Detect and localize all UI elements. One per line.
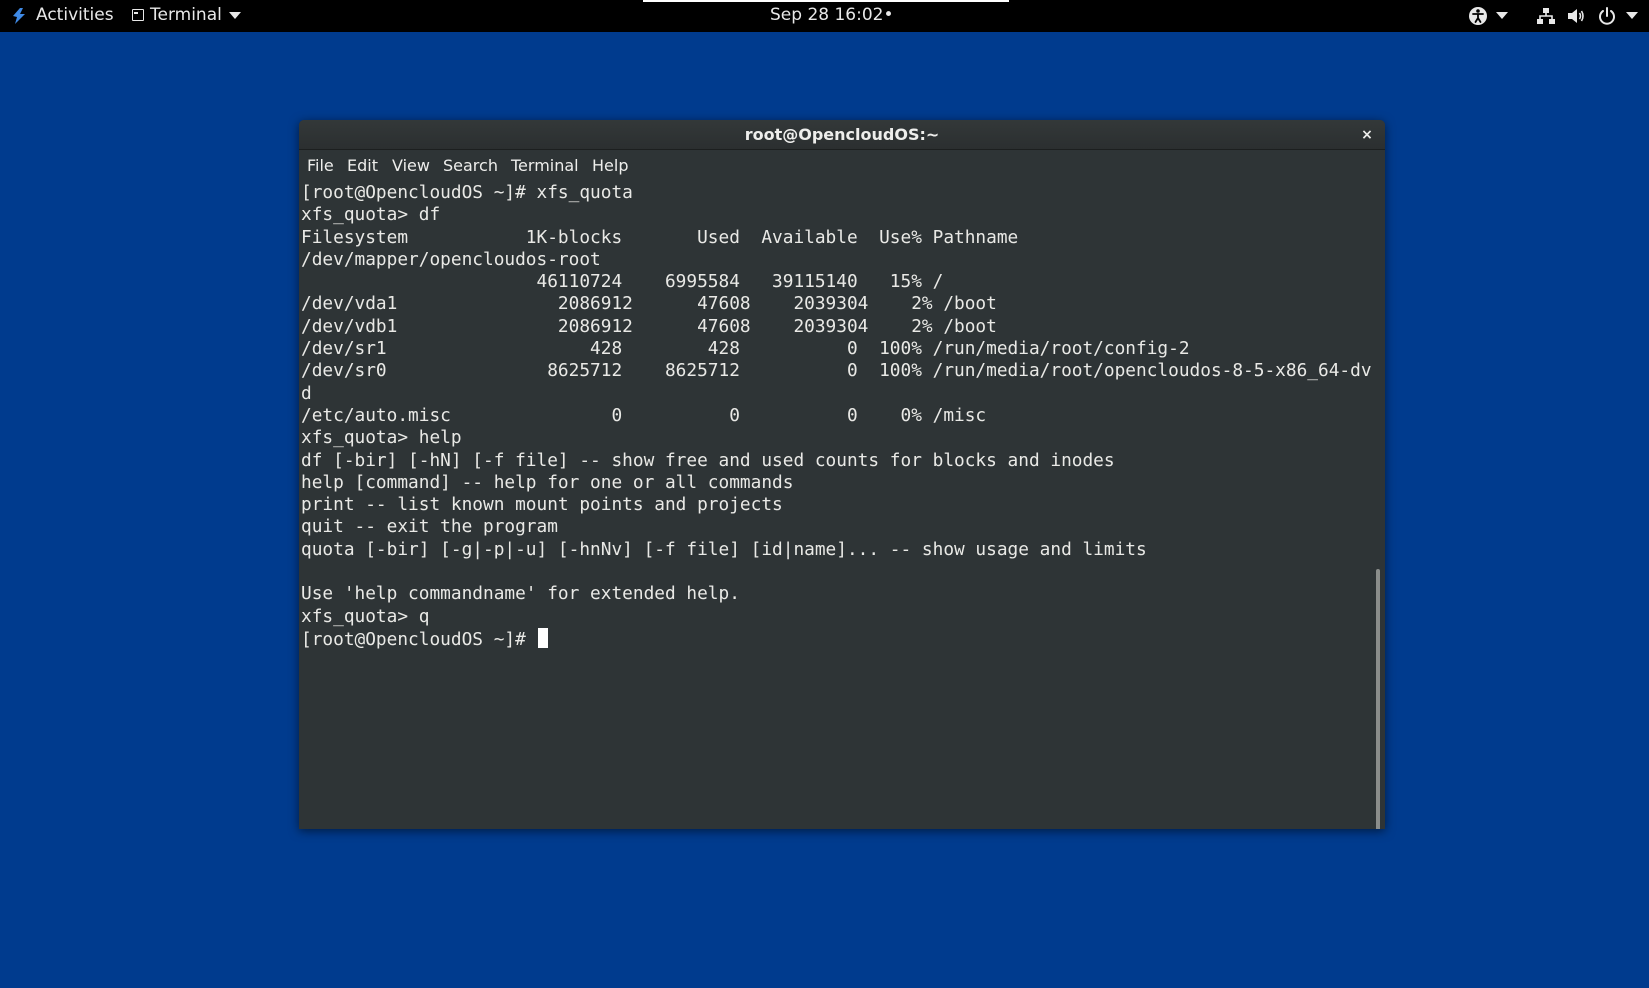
network-icon[interactable] [1535, 5, 1557, 27]
terminal-prompt: [root@OpencloudOS ~]# [301, 628, 537, 650]
window-title: root@OpencloudOS:~ [744, 125, 940, 144]
terminal-line: quit -- exit the program [301, 516, 558, 538]
system-menu-chevron-down-icon[interactable] [1626, 12, 1638, 19]
power-icon[interactable] [1596, 5, 1618, 27]
terminal-line: xfs_quota> df [301, 204, 441, 226]
terminal-line: quota [-bir] [-g|-p|-u] [-hnNv] [-f file… [301, 538, 1147, 560]
terminal-line: help [command] -- help for one or all co… [301, 471, 794, 493]
accessibility-icon[interactable] [1467, 5, 1489, 27]
app-menu-chevron-down-icon[interactable] [229, 12, 241, 19]
terminal-window: root@OpencloudOS:~ × File Edit View Sear… [299, 120, 1385, 829]
terminal-line: /dev/vda1 2086912 47608 2039304 2% /boot [301, 293, 997, 315]
terminal-text: [root@OpencloudOS ~]# xfs_quota xfs_quot… [301, 182, 1372, 651]
menu-help[interactable]: Help [591, 150, 629, 182]
activities-button[interactable]: Activities [36, 0, 114, 32]
terminal-line: /dev/mapper/opencloudos-root [301, 248, 601, 270]
menu-view[interactable]: View [391, 150, 431, 182]
terminal-scrollbar[interactable] [1376, 569, 1380, 829]
terminal-app-icon [132, 9, 144, 21]
terminal-line: Use 'help commandname' for extended help… [301, 583, 740, 605]
menu-edit[interactable]: Edit [346, 150, 379, 182]
top-bar: Activities Terminal Sep 28 16:02• [0, 0, 1649, 32]
terminal-line: d [301, 382, 312, 404]
terminal-line: /dev/sr0 8625712 8625712 0 100% /run/med… [301, 360, 1372, 382]
app-menu-button[interactable]: Terminal [150, 0, 222, 32]
terminal-cursor [537, 627, 548, 648]
menu-file[interactable]: File [306, 150, 335, 182]
activities-logo-icon[interactable] [10, 7, 28, 25]
menu-search[interactable]: Search [442, 150, 499, 182]
terminal-line: xfs_quota> q [301, 605, 430, 627]
terminal-output-area[interactable]: [root@OpencloudOS ~]# xfs_quota xfs_quot… [299, 182, 1385, 829]
accessibility-chevron-down-icon[interactable] [1496, 12, 1508, 19]
window-titlebar[interactable]: root@OpencloudOS:~ × [299, 120, 1385, 150]
close-icon[interactable]: × [1357, 125, 1377, 145]
clock-button[interactable]: Sep 28 16:02• [770, 0, 894, 32]
terminal-line: df [-bir] [-hN] [-f file] -- show free a… [301, 449, 1115, 471]
menu-terminal[interactable]: Terminal [510, 150, 580, 182]
terminal-line: Filesystem 1K-blocks Used Available Use%… [301, 226, 1019, 248]
terminal-line: [root@OpencloudOS ~]# xfs_quota [301, 182, 633, 203]
terminal-line: /etc/auto.misc 0 0 0 0% /misc [301, 404, 987, 426]
terminal-line: 46110724 6995584 39115140 15% / [301, 271, 944, 293]
terminal-line: print -- list known mount points and pro… [301, 494, 783, 516]
terminal-line: xfs_quota> help [301, 427, 462, 449]
menu-bar: File Edit View Search Terminal Help [299, 150, 1385, 182]
volume-icon[interactable] [1565, 5, 1587, 27]
terminal-line: /dev/sr1 428 428 0 100% /run/media/root/… [301, 338, 1190, 360]
terminal-line: /dev/vdb1 2086912 47608 2039304 2% /boot [301, 315, 997, 337]
